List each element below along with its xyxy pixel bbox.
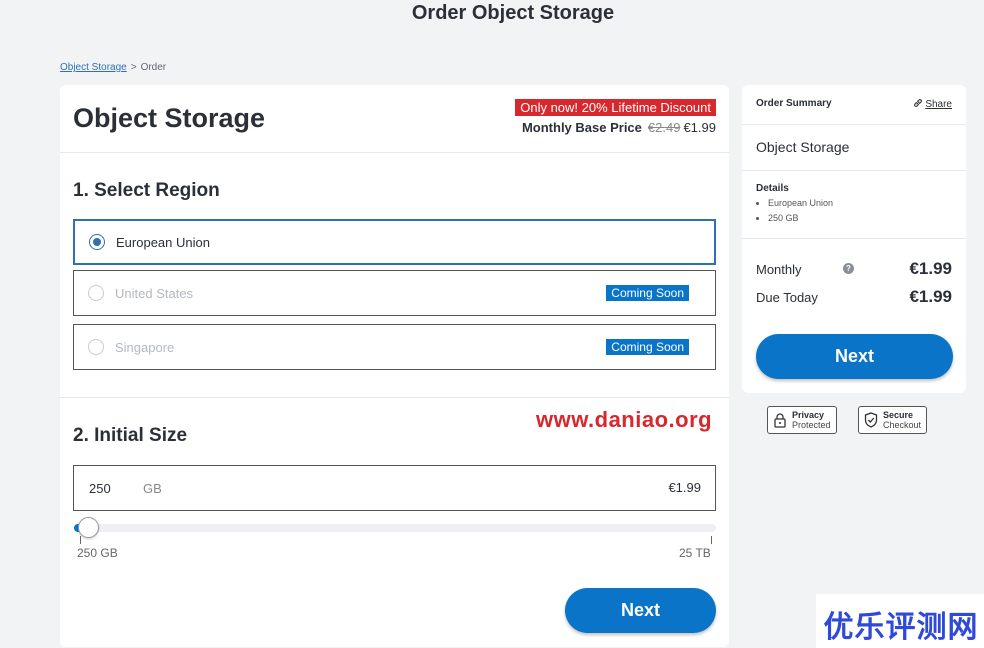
corner-watermark: 优乐评测网: [816, 594, 984, 648]
region-label: United States: [115, 285, 194, 301]
base-price-label: Monthly Base Price: [521, 120, 642, 135]
divider: [60, 152, 729, 153]
divider: [742, 124, 966, 125]
slider-tick-min: [80, 536, 81, 544]
size-price: €1.99: [668, 480, 701, 495]
slider-min-label: 250 GB: [77, 546, 118, 560]
region-heading: 1. Select Region: [73, 180, 220, 201]
breadcrumb-link-object-storage[interactable]: Object Storage: [60, 62, 127, 73]
privacy-sub: Protected: [792, 420, 831, 430]
coming-soon-badge: Coming Soon: [606, 285, 689, 301]
size-heading: 2. Initial Size: [73, 425, 188, 446]
summary-product: Object Storage: [756, 139, 850, 155]
secure-title: Secure: [883, 410, 914, 420]
region-label: Singapore: [115, 339, 175, 355]
coming-soon-badge: Coming Soon: [606, 339, 689, 355]
secure-sub: Checkout: [883, 420, 922, 430]
size-input-box[interactable]: 250 GB €1.99: [73, 465, 716, 511]
radio-unchecked-icon: [88, 339, 104, 355]
help-icon[interactable]: ?: [843, 263, 854, 274]
old-price: €2.49: [647, 120, 681, 135]
monthly-value: €1.99: [909, 259, 952, 278]
details-list: European Union 250 GB: [768, 196, 833, 226]
product-title: Object Storage: [73, 103, 266, 133]
summary-heading: Order Summary: [756, 98, 832, 109]
detail-item: European Union: [768, 196, 833, 211]
details-heading: Details: [756, 183, 789, 194]
size-slider-track[interactable]: [74, 524, 716, 532]
size-unit: GB: [143, 480, 162, 496]
order-summary-card: Order Summary Share Object Storage Detai…: [742, 85, 966, 393]
region-option-us: United States Coming Soon: [73, 270, 716, 316]
shield-check-icon: [864, 412, 878, 428]
size-value[interactable]: 250: [89, 481, 143, 496]
due-today-value: €1.99: [909, 287, 952, 306]
watermark-text: www.daniao.org: [536, 407, 713, 432]
slider-tick-max: [711, 536, 712, 544]
detail-item: 250 GB: [768, 211, 833, 226]
privacy-badge: Privacy Protected: [767, 406, 837, 434]
new-price: €1.99: [683, 120, 716, 135]
base-price: Monthly Base Price €2.49 €1.99: [522, 120, 716, 135]
region-option-singapore: Singapore Coming Soon: [73, 324, 716, 370]
slider-max-label: 25 TB: [679, 546, 711, 560]
page-title: Order Object Storage: [411, 2, 615, 24]
next-button[interactable]: Next: [565, 588, 716, 633]
radio-checked-icon[interactable]: [89, 234, 105, 250]
summary-next-button[interactable]: Next: [756, 334, 953, 379]
breadcrumb: Object Storage > Order: [60, 62, 166, 73]
breadcrumb-current: Order: [140, 62, 167, 73]
divider: [60, 397, 729, 398]
radio-unchecked-icon: [88, 285, 104, 301]
due-today-label: Due Today: [756, 290, 818, 305]
discount-badge: Only now! 20% Lifetime Discount: [515, 99, 716, 116]
lock-icon: [774, 413, 786, 428]
region-label: European Union: [116, 234, 210, 250]
share-label[interactable]: Share: [925, 99, 952, 110]
size-slider-handle[interactable]: [78, 517, 99, 538]
region-option-eu[interactable]: European Union: [73, 219, 716, 265]
divider: [742, 170, 966, 171]
order-form-card: Object Storage Only now! 20% Lifetime Di…: [60, 85, 729, 647]
breadcrumb-separator: >: [130, 62, 137, 73]
divider: [742, 238, 966, 239]
secure-checkout-badge: Secure Checkout: [858, 406, 928, 434]
share-link[interactable]: Share: [913, 98, 952, 110]
monthly-label: Monthly: [756, 262, 802, 277]
privacy-title: Privacy: [792, 410, 825, 420]
link-icon: [913, 99, 922, 107]
